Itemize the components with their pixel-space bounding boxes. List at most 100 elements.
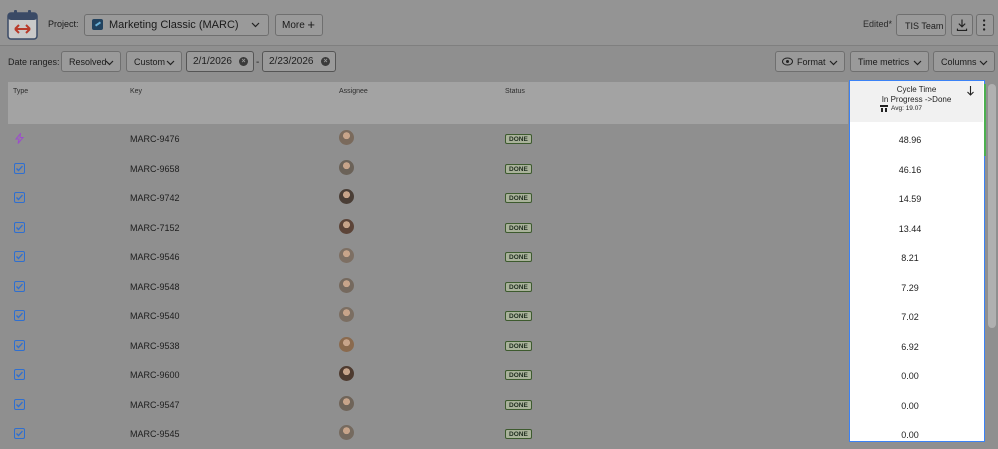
- resolved-dropdown[interactable]: Resolved: [61, 51, 121, 72]
- team-button[interactable]: TIS Team: [896, 14, 946, 36]
- assignee-avatar[interactable]: [339, 307, 354, 322]
- cycle-time-column[interactable]: Cycle Time In Progress ->Done Avg: 19.07…: [849, 80, 985, 442]
- table-row[interactable]: MARC-9600 DONE: [8, 361, 848, 390]
- cycle-time-title: Cycle Time: [896, 85, 937, 94]
- more-button[interactable]: More +: [275, 14, 323, 36]
- column-header-status[interactable]: Status: [505, 88, 525, 95]
- custom-dropdown[interactable]: Custom: [126, 51, 182, 72]
- column-header-key[interactable]: Key: [130, 88, 142, 95]
- project-avatar-icon: [92, 19, 103, 30]
- assignee-avatar[interactable]: [339, 336, 354, 352]
- chevron-down-icon: [166, 60, 175, 66]
- task-checkbox-icon: [14, 221, 25, 233]
- status-badge: DONE: [505, 163, 532, 174]
- task-checkbox-icon: [14, 428, 25, 439]
- column-header-assignee[interactable]: Assignee: [339, 88, 368, 95]
- table-row[interactable]: MARC-9658 DONE: [8, 155, 848, 184]
- cycle-time-value: 14.59: [898, 194, 922, 204]
- cycle-time-header[interactable]: Cycle Time In Progress ->Done Avg: 19.07: [850, 81, 983, 122]
- custom-label: Custom: [134, 57, 166, 67]
- download-icon: [956, 19, 968, 32]
- cycle-time-value: 13.44: [898, 223, 922, 234]
- table-row[interactable]: MARC-9742 DONE: [8, 184, 848, 213]
- status-badge: DONE: [505, 311, 532, 321]
- end-date-input[interactable]: 2/23/2026 ×: [262, 51, 336, 72]
- status-badge: DONE: [505, 193, 532, 203]
- date-separator: -: [256, 57, 260, 68]
- status-badge: DONE: [505, 222, 532, 233]
- cycle-time-value: 7.02: [901, 312, 919, 322]
- cycle-time-average: Avg: 19.07: [891, 105, 922, 112]
- task-checkbox-icon: [14, 310, 25, 321]
- clear-icon[interactable]: ×: [239, 57, 248, 66]
- table-row[interactable]: MARC-7152 DONE: [8, 214, 848, 243]
- table-row[interactable]: MARC-9540 DONE: [8, 302, 848, 331]
- date-ranges-label: Date ranges:: [8, 57, 60, 67]
- project-name: Marketing Classic (MARC): [109, 19, 239, 31]
- time-metrics-label: Time metrics: [858, 57, 910, 67]
- start-date-value: 2/1/2026: [193, 56, 232, 67]
- task-checkbox-icon: [14, 192, 25, 203]
- edited-indicator: Edited*: [863, 19, 893, 29]
- table-header: Type Key Assignee Status: [8, 82, 848, 124]
- assignee-avatar[interactable]: [339, 130, 354, 145]
- status-badge: DONE: [505, 252, 532, 262]
- task-checkbox-icon: [14, 251, 25, 262]
- issue-key[interactable]: MARC-9548: [130, 282, 180, 292]
- assignee-avatar[interactable]: [339, 159, 354, 175]
- average-icon: [880, 105, 888, 112]
- assignee-avatar[interactable]: [339, 218, 354, 234]
- assignee-avatar[interactable]: [339, 366, 354, 381]
- format-dropdown[interactable]: Format: [775, 51, 845, 72]
- issue-key[interactable]: MARC-9658: [130, 164, 180, 174]
- issue-key[interactable]: MARC-9476: [130, 134, 180, 144]
- issue-key[interactable]: MARC-9546: [130, 252, 180, 262]
- assignee-avatar[interactable]: [339, 425, 354, 440]
- clear-icon[interactable]: ×: [321, 57, 330, 66]
- assignee-avatar[interactable]: [339, 395, 354, 411]
- cycle-time-value: 7.29: [901, 282, 919, 293]
- calendar-app-icon: [7, 10, 38, 40]
- task-checkbox-icon: [14, 398, 25, 410]
- epic-icon: [14, 133, 25, 144]
- more-options-button[interactable]: [976, 14, 994, 36]
- table-row[interactable]: MARC-9546 DONE: [8, 243, 848, 272]
- columns-dropdown[interactable]: Columns: [933, 51, 995, 72]
- cycle-time-value: 46.16: [898, 164, 922, 175]
- issue-key[interactable]: MARC-9538: [130, 341, 180, 351]
- issue-key[interactable]: MARC-7152: [130, 223, 180, 233]
- start-date-input[interactable]: 2/1/2026 ×: [186, 51, 254, 72]
- assignee-avatar[interactable]: [339, 189, 354, 204]
- table-row[interactable]: MARC-9548 DONE: [8, 273, 848, 302]
- project-select[interactable]: Marketing Classic (MARC): [84, 14, 269, 36]
- task-checkbox-icon: [14, 162, 25, 174]
- chevron-down-icon: [979, 60, 988, 66]
- issue-key[interactable]: MARC-9600: [130, 370, 180, 380]
- time-metrics-dropdown[interactable]: Time metrics: [850, 51, 929, 72]
- assignee-avatar[interactable]: [339, 277, 354, 293]
- cycle-time-value: 0.00: [901, 371, 919, 381]
- team-label: TIS Team: [905, 21, 944, 31]
- column-header-type[interactable]: Type: [13, 88, 28, 95]
- issue-key[interactable]: MARC-9540: [130, 311, 180, 321]
- status-badge: DONE: [505, 370, 532, 380]
- assignee-avatar[interactable]: [339, 248, 354, 263]
- end-date-value: 2/23/2026: [269, 56, 314, 67]
- issue-key[interactable]: MARC-9545: [130, 429, 180, 439]
- table-row[interactable]: MARC-9476 DONE: [8, 125, 848, 154]
- resolved-label: Resolved: [69, 57, 107, 67]
- vertical-scrollbar[interactable]: [988, 84, 996, 328]
- task-checkbox-icon: [14, 280, 25, 292]
- sort-arrow-down-icon[interactable]: [966, 85, 975, 96]
- table-row[interactable]: MARC-9547 DONE: [8, 391, 848, 420]
- table-row[interactable]: MARC-9538 DONE: [8, 332, 848, 361]
- table-row[interactable]: MARC-9545 DONE: [8, 420, 848, 449]
- download-button[interactable]: [951, 14, 973, 36]
- cycle-time-value: 48.96: [898, 135, 922, 145]
- top-bar: Project: Marketing Classic (MARC) More +…: [0, 0, 998, 46]
- cycle-time-value: 6.92: [901, 341, 919, 352]
- issue-key[interactable]: MARC-9742: [130, 193, 180, 203]
- cycle-time-subtitle: In Progress ->Done: [881, 95, 952, 104]
- columns-label: Columns: [941, 57, 977, 67]
- issue-key[interactable]: MARC-9547: [130, 400, 180, 410]
